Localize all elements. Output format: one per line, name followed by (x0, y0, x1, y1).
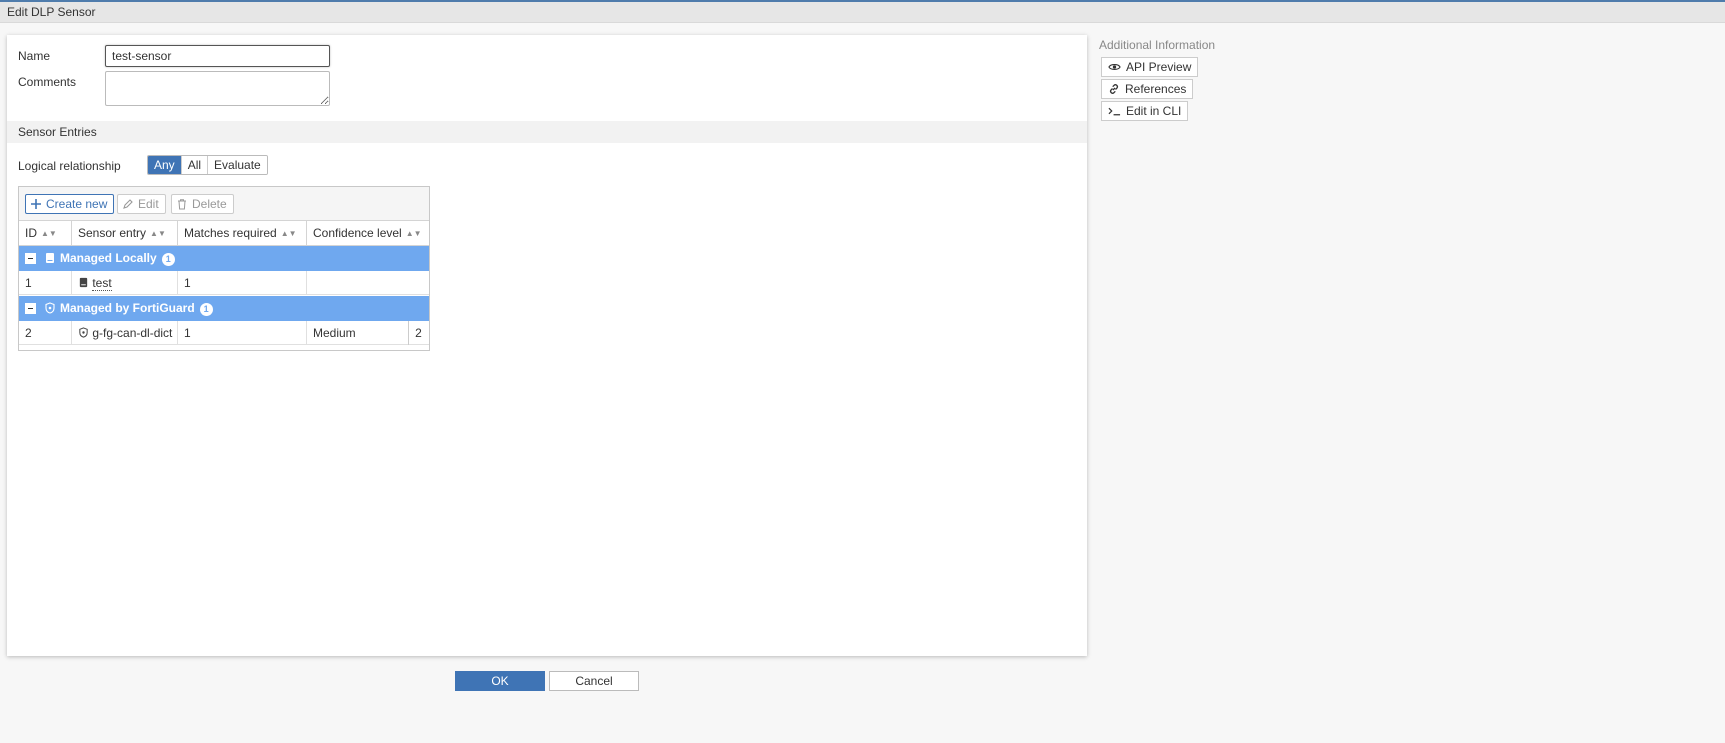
sort-icon: ▲▼ (41, 229, 57, 238)
collapse-icon[interactable] (25, 303, 36, 314)
edit-in-cli-label: Edit in CLI (1126, 104, 1182, 118)
cell-sensor-entry: test (72, 271, 178, 295)
cell-confidence-level: Medium (313, 326, 356, 340)
window-title: Edit DLP Sensor (0, 2, 1725, 23)
group-label-text: Managed Locally (60, 251, 157, 265)
trash-icon (178, 199, 186, 210)
edit-in-cli-button[interactable]: Edit in CLI (1101, 101, 1189, 121)
sensor-entry-link[interactable]: test (92, 276, 112, 291)
table-toolbar: Create new Edit Delete (19, 187, 429, 221)
logical-relationship-label: Logical relationship (18, 159, 121, 173)
comments-textarea[interactable] (105, 71, 330, 106)
column-header-confidence-label: Confidence level (313, 226, 402, 240)
edit-label: Edit (138, 197, 159, 211)
comments-label: Comments (18, 75, 77, 89)
group-row-managed-by-fortiguard[interactable]: Managed by FortiGuard 1 (19, 296, 429, 321)
group-count-badge: 1 (161, 253, 175, 266)
cell-id: 2 (19, 321, 72, 345)
eye-icon (1108, 64, 1121, 70)
link-icon (1109, 84, 1119, 94)
name-input[interactable] (105, 45, 330, 67)
column-header-id-label: ID (25, 226, 37, 240)
ok-button[interactable]: OK (455, 671, 545, 691)
group-label: Managed Locally 1 (60, 246, 175, 271)
collapse-icon[interactable] (25, 253, 36, 264)
column-header-matches-required[interactable]: Matches required ▲▼ (178, 221, 307, 246)
delete-label: Delete (192, 197, 227, 211)
logical-any-option[interactable]: Any (148, 156, 182, 174)
name-label: Name (18, 49, 51, 63)
column-header-matches-label: Matches required (184, 226, 277, 240)
shield-icon (79, 327, 88, 338)
sort-icon: ▲▼ (405, 229, 422, 238)
column-header-confidence-level[interactable]: Confidence level ▲▼ (307, 221, 429, 246)
references-button[interactable]: References (1101, 79, 1194, 99)
column-header-sensor-entry-label: Sensor entry (78, 226, 147, 240)
references-label: References (1125, 82, 1187, 96)
edit-button[interactable]: Edit (117, 194, 166, 214)
column-header-id[interactable]: ID ▲▼ (19, 221, 72, 246)
create-new-label: Create new (46, 197, 108, 211)
group-count-badge: 1 (199, 303, 213, 316)
create-new-button[interactable]: Create new (25, 194, 115, 214)
table-row[interactable]: 1 test 1 (19, 271, 429, 295)
edit-panel: Name Comments Sensor Entries Logical rel… (7, 35, 1087, 656)
table-row[interactable]: 2 g-fg-can-dl-dict 1 Medium 2 (19, 321, 429, 345)
dictionary-icon (79, 277, 88, 288)
cell-overflow: 2 (408, 321, 428, 345)
sensor-entries-table: Create new Edit Delete ID ▲▼ Sensor entry… (18, 186, 430, 351)
cell-sensor-entry: g-fg-can-dl-dict (72, 321, 178, 345)
logical-all-option[interactable]: All (181, 156, 209, 174)
dictionary-icon (46, 253, 54, 263)
terminal-icon (1108, 107, 1121, 116)
delete-button[interactable]: Delete (171, 194, 234, 214)
logical-relationship-toggle: Any All Evaluate (147, 155, 268, 175)
logical-evaluate-option[interactable]: Evaluate (208, 156, 267, 174)
sensor-entry-name: g-fg-can-dl-dict (92, 326, 173, 340)
cell-matches-required: 1 (178, 271, 307, 295)
api-preview-label: API Preview (1126, 60, 1192, 74)
plus-icon (31, 199, 41, 209)
cell-matches-required: 1 (178, 321, 307, 345)
pencil-icon (123, 199, 133, 209)
api-preview-button[interactable]: API Preview (1101, 57, 1199, 77)
group-label: Managed by FortiGuard 1 (60, 296, 213, 321)
cell-confidence-level (307, 271, 429, 295)
column-header-sensor-entry[interactable]: Sensor entry ▲▼ (72, 221, 178, 246)
sort-icon: ▲▼ (280, 229, 297, 238)
group-label-text: Managed by FortiGuard (60, 301, 195, 315)
cancel-button[interactable]: Cancel (549, 671, 639, 691)
group-row-managed-locally[interactable]: Managed Locally 1 (19, 246, 429, 271)
table-header: ID ▲▼ Sensor entry ▲▼ Matches required ▲▼ C… (19, 221, 429, 246)
sensor-entries-header: Sensor Entries (7, 121, 1087, 143)
shield-icon (45, 302, 55, 314)
cell-id: 1 (19, 271, 72, 295)
sort-icon: ▲▼ (150, 229, 166, 238)
additional-info-title: Additional Information (1099, 38, 1216, 52)
